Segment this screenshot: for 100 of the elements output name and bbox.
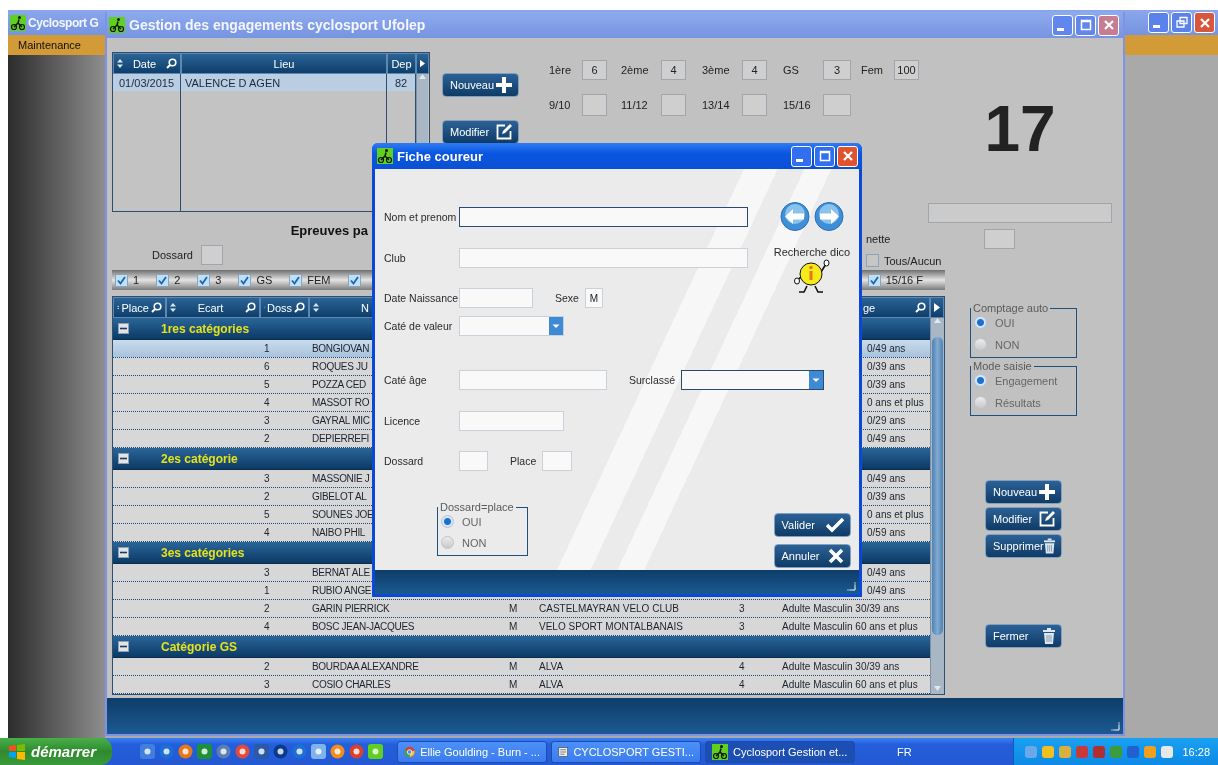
app-icon[interactable] bbox=[254, 744, 269, 759]
checkbox[interactable] bbox=[866, 254, 879, 267]
app-icon[interactable] bbox=[159, 744, 174, 759]
scroll-right-icon[interactable] bbox=[420, 59, 425, 68]
table-cell-text: Adulte Masculin 60 ans et plus bbox=[782, 620, 918, 634]
counter-label: 13/14 bbox=[702, 99, 731, 111]
table-row[interactable]: 2 BOURDAA ALEXANDRE M ALVA 4 Adulte Masculin 30/39 ans bbox=[113, 658, 930, 676]
checkbox[interactable] bbox=[289, 273, 303, 287]
input-field[interactable] bbox=[928, 203, 1112, 223]
checkbox[interactable] bbox=[347, 273, 361, 287]
taskbar-button[interactable]: Cyclosport Gestion et... bbox=[705, 740, 855, 763]
edit-button[interactable]: Modifier bbox=[442, 120, 519, 144]
checkbox[interactable] bbox=[238, 273, 252, 287]
radio-button[interactable] bbox=[974, 374, 987, 387]
scroll-right-button[interactable] bbox=[416, 53, 429, 74]
taskbar-button[interactable]: CYCLOSPORT GESTI... bbox=[551, 740, 701, 763]
language-indicator[interactable]: FR bbox=[891, 745, 918, 758]
column-header[interactable]: Dep bbox=[387, 53, 416, 74]
windows-flag-icon bbox=[8, 743, 26, 760]
app-icon[interactable] bbox=[140, 744, 155, 759]
table-cell-text: BOURDAA ALEXANDRE bbox=[312, 660, 419, 674]
checkbox[interactable] bbox=[867, 273, 881, 287]
input-field[interactable] bbox=[200, 245, 223, 265]
table-cell-text: 1 bbox=[264, 584, 270, 598]
scrollbar-thumb[interactable] bbox=[932, 337, 943, 635]
restore-button[interactable] bbox=[1171, 12, 1192, 33]
field-label: Dossard bbox=[384, 455, 425, 467]
minimize-button[interactable] bbox=[1148, 12, 1169, 33]
minimize-button[interactable] bbox=[791, 145, 812, 167]
checkbox[interactable] bbox=[197, 273, 211, 287]
table-cell-text: GAYRAL MIC bbox=[312, 414, 370, 428]
radio-button[interactable] bbox=[974, 316, 987, 329]
edit-button[interactable]: Modifier bbox=[985, 507, 1062, 531]
collapse-toggle[interactable] bbox=[118, 453, 129, 464]
tray-icon[interactable] bbox=[1041, 744, 1055, 759]
table-cell-text: 3 bbox=[264, 472, 270, 486]
search-icon bbox=[151, 302, 162, 313]
column-header[interactable]: Doss bbox=[260, 297, 309, 318]
input-field[interactable] bbox=[459, 207, 748, 227]
column-header[interactable]: Lieu bbox=[181, 53, 387, 74]
table-cell-text: 4 bbox=[264, 526, 270, 540]
action-button[interactable]: Fermer bbox=[985, 624, 1062, 648]
table-row[interactable]: 2 GARIN PIERRICK M CASTELMAYRAN VELO CLUB 3 Adulte Masculin 30/39 ans bbox=[113, 600, 930, 618]
checkbox[interactable] bbox=[115, 273, 128, 287]
column-header[interactable]: Ecart bbox=[166, 297, 260, 318]
scroll-right-button[interactable] bbox=[930, 297, 944, 318]
collapse-toggle[interactable] bbox=[118, 547, 129, 558]
checkbox[interactable] bbox=[156, 273, 170, 287]
table-cell[interactable]: 82 bbox=[387, 74, 415, 91]
scroll-right-icon[interactable] bbox=[934, 303, 940, 312]
new-button[interactable]: Nouveau bbox=[985, 480, 1062, 504]
table-row[interactable]: 4 BOSC JEAN-JACQUES M VELO SPORT MONTALBANAIS 3 Adulte Masculin 60 ans et plus bbox=[113, 618, 930, 636]
app-icon[interactable] bbox=[216, 744, 231, 759]
input-field[interactable]: M bbox=[584, 288, 603, 308]
search-label: Recherche dico bbox=[773, 246, 851, 258]
app-icon[interactable] bbox=[178, 744, 193, 759]
radio-button[interactable] bbox=[441, 515, 454, 528]
validate-button[interactable]: Valider bbox=[773, 513, 851, 537]
tray-icon[interactable] bbox=[1092, 744, 1106, 759]
new-button[interactable]: Nouveau bbox=[442, 73, 519, 97]
table-row[interactable]: 3 COSIO CHARLES M ALVA 4 Adulte Masculin 60 ans et plus bbox=[113, 676, 930, 694]
column-header[interactable]: Date bbox=[113, 53, 181, 74]
app-icon[interactable] bbox=[235, 744, 250, 759]
tray-icon[interactable] bbox=[1160, 744, 1174, 759]
radio-button[interactable] bbox=[974, 338, 987, 351]
minimize-icon bbox=[796, 158, 803, 162]
radio-button[interactable] bbox=[441, 536, 454, 549]
document-icon bbox=[558, 744, 569, 759]
app-icon[interactable] bbox=[197, 744, 212, 759]
column-header[interactable]: Place bbox=[113, 297, 166, 318]
table-cell[interactable]: 01/03/2015 bbox=[113, 74, 180, 91]
app-icon[interactable] bbox=[330, 744, 345, 759]
close-button[interactable] bbox=[1098, 14, 1119, 36]
cyclist-icon bbox=[377, 148, 393, 164]
action-button[interactable]: Supprimer bbox=[985, 534, 1062, 558]
input-field[interactable] bbox=[984, 229, 1016, 249]
radio-button[interactable] bbox=[974, 396, 987, 409]
app-icon[interactable] bbox=[273, 744, 288, 759]
app-icon[interactable] bbox=[349, 744, 364, 759]
radio-label: OUI bbox=[462, 515, 482, 528]
field-label: Caté âge bbox=[384, 374, 428, 386]
taskbar-button[interactable]: Ellie Goulding - Burn - ... bbox=[397, 740, 547, 763]
menu-item[interactable]: Maintenance bbox=[8, 39, 91, 51]
cancel-button[interactable]: Annuler bbox=[773, 544, 851, 568]
table-cell[interactable]: VALENCE D AGEN bbox=[181, 74, 386, 91]
dropdown-field[interactable] bbox=[681, 370, 825, 390]
table-cell-text: ALVA bbox=[539, 660, 564, 674]
group-row[interactable]: Catégorie GS bbox=[113, 636, 930, 658]
collapse-toggle[interactable] bbox=[118, 641, 129, 652]
close-button[interactable] bbox=[1194, 12, 1215, 33]
close-button[interactable] bbox=[837, 145, 858, 167]
maximize-button[interactable] bbox=[814, 145, 835, 167]
field-label: Club bbox=[384, 252, 407, 264]
info-mascot-icon bbox=[793, 258, 831, 294]
tray-icon[interactable] bbox=[1126, 744, 1140, 759]
maximize-button[interactable] bbox=[1075, 14, 1096, 36]
start-button[interactable]: démarrer bbox=[0, 738, 112, 765]
minimize-button[interactable] bbox=[1052, 14, 1073, 36]
app-icon[interactable] bbox=[292, 744, 307, 759]
collapse-toggle[interactable] bbox=[118, 323, 129, 334]
